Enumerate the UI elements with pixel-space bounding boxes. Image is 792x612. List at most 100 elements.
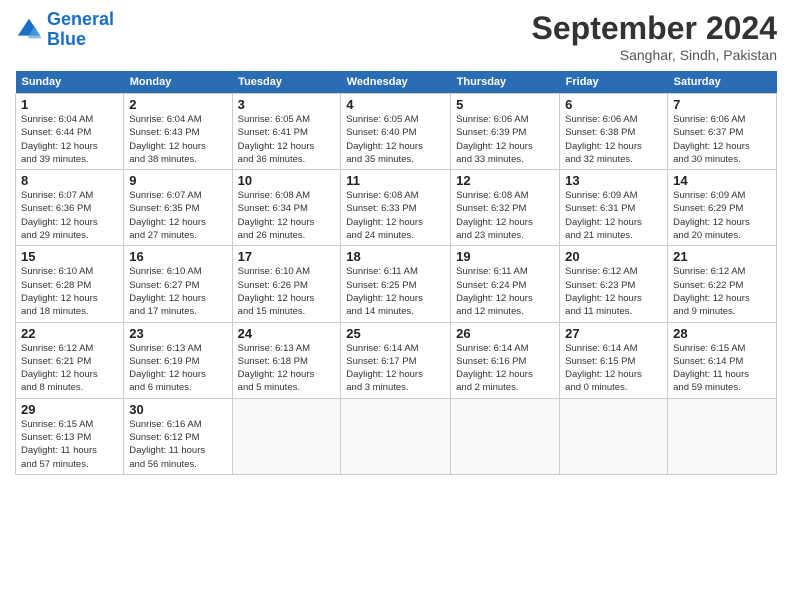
day-cell: 2Sunrise: 6:04 AM Sunset: 6:43 PM Daylig… bbox=[124, 94, 232, 170]
day-cell: 7Sunrise: 6:06 AM Sunset: 6:37 PM Daylig… bbox=[668, 94, 777, 170]
day-info: Sunrise: 6:14 AM Sunset: 6:17 PM Dayligh… bbox=[346, 342, 445, 395]
day-cell: 16Sunrise: 6:10 AM Sunset: 6:27 PM Dayli… bbox=[124, 246, 232, 322]
weekday-header-wednesday: Wednesday bbox=[341, 71, 451, 94]
day-number: 19 bbox=[456, 249, 554, 264]
day-cell: 12Sunrise: 6:08 AM Sunset: 6:32 PM Dayli… bbox=[451, 170, 560, 246]
day-number: 11 bbox=[346, 173, 445, 188]
day-number: 18 bbox=[346, 249, 445, 264]
logo-icon bbox=[15, 16, 43, 44]
day-number: 14 bbox=[673, 173, 771, 188]
month-title: September 2024 bbox=[532, 10, 777, 47]
day-cell: 24Sunrise: 6:13 AM Sunset: 6:18 PM Dayli… bbox=[232, 322, 341, 398]
day-info: Sunrise: 6:13 AM Sunset: 6:18 PM Dayligh… bbox=[238, 342, 336, 395]
day-info: Sunrise: 6:07 AM Sunset: 6:35 PM Dayligh… bbox=[129, 189, 226, 242]
day-cell: 20Sunrise: 6:12 AM Sunset: 6:23 PM Dayli… bbox=[560, 246, 668, 322]
day-info: Sunrise: 6:08 AM Sunset: 6:33 PM Dayligh… bbox=[346, 189, 445, 242]
day-info: Sunrise: 6:11 AM Sunset: 6:24 PM Dayligh… bbox=[456, 265, 554, 318]
header: General Blue September 2024 Sanghar, Sin… bbox=[15, 10, 777, 63]
location-subtitle: Sanghar, Sindh, Pakistan bbox=[532, 47, 777, 63]
day-cell: 29Sunrise: 6:15 AM Sunset: 6:13 PM Dayli… bbox=[16, 398, 124, 474]
day-info: Sunrise: 6:05 AM Sunset: 6:40 PM Dayligh… bbox=[346, 113, 445, 166]
day-info: Sunrise: 6:06 AM Sunset: 6:38 PM Dayligh… bbox=[565, 113, 662, 166]
day-cell: 1Sunrise: 6:04 AM Sunset: 6:44 PM Daylig… bbox=[16, 94, 124, 170]
day-info: Sunrise: 6:14 AM Sunset: 6:15 PM Dayligh… bbox=[565, 342, 662, 395]
day-cell: 5Sunrise: 6:06 AM Sunset: 6:39 PM Daylig… bbox=[451, 94, 560, 170]
day-number: 10 bbox=[238, 173, 336, 188]
day-number: 17 bbox=[238, 249, 336, 264]
day-number: 21 bbox=[673, 249, 771, 264]
day-cell: 13Sunrise: 6:09 AM Sunset: 6:31 PM Dayli… bbox=[560, 170, 668, 246]
day-number: 30 bbox=[129, 402, 226, 417]
week-row-5: 29Sunrise: 6:15 AM Sunset: 6:13 PM Dayli… bbox=[16, 398, 777, 474]
day-cell: 23Sunrise: 6:13 AM Sunset: 6:19 PM Dayli… bbox=[124, 322, 232, 398]
day-info: Sunrise: 6:08 AM Sunset: 6:32 PM Dayligh… bbox=[456, 189, 554, 242]
day-info: Sunrise: 6:04 AM Sunset: 6:44 PM Dayligh… bbox=[21, 113, 118, 166]
day-number: 29 bbox=[21, 402, 118, 417]
day-cell bbox=[451, 398, 560, 474]
week-row-3: 15Sunrise: 6:10 AM Sunset: 6:28 PM Dayli… bbox=[16, 246, 777, 322]
day-cell: 8Sunrise: 6:07 AM Sunset: 6:36 PM Daylig… bbox=[16, 170, 124, 246]
day-info: Sunrise: 6:09 AM Sunset: 6:29 PM Dayligh… bbox=[673, 189, 771, 242]
day-info: Sunrise: 6:10 AM Sunset: 6:27 PM Dayligh… bbox=[129, 265, 226, 318]
day-number: 28 bbox=[673, 326, 771, 341]
day-number: 23 bbox=[129, 326, 226, 341]
day-number: 2 bbox=[129, 97, 226, 112]
day-info: Sunrise: 6:15 AM Sunset: 6:13 PM Dayligh… bbox=[21, 418, 118, 471]
day-number: 20 bbox=[565, 249, 662, 264]
day-cell: 9Sunrise: 6:07 AM Sunset: 6:35 PM Daylig… bbox=[124, 170, 232, 246]
calendar-table: SundayMondayTuesdayWednesdayThursdayFrid… bbox=[15, 71, 777, 475]
day-number: 13 bbox=[565, 173, 662, 188]
logo-text: General Blue bbox=[47, 10, 114, 50]
day-number: 25 bbox=[346, 326, 445, 341]
day-info: Sunrise: 6:16 AM Sunset: 6:12 PM Dayligh… bbox=[129, 418, 226, 471]
weekday-header-tuesday: Tuesday bbox=[232, 71, 341, 94]
day-cell: 14Sunrise: 6:09 AM Sunset: 6:29 PM Dayli… bbox=[668, 170, 777, 246]
day-info: Sunrise: 6:06 AM Sunset: 6:37 PM Dayligh… bbox=[673, 113, 771, 166]
day-info: Sunrise: 6:08 AM Sunset: 6:34 PM Dayligh… bbox=[238, 189, 336, 242]
page: General Blue September 2024 Sanghar, Sin… bbox=[0, 0, 792, 485]
week-row-2: 8Sunrise: 6:07 AM Sunset: 6:36 PM Daylig… bbox=[16, 170, 777, 246]
day-info: Sunrise: 6:10 AM Sunset: 6:28 PM Dayligh… bbox=[21, 265, 118, 318]
day-number: 15 bbox=[21, 249, 118, 264]
day-number: 24 bbox=[238, 326, 336, 341]
day-cell: 25Sunrise: 6:14 AM Sunset: 6:17 PM Dayli… bbox=[341, 322, 451, 398]
weekday-header-row: SundayMondayTuesdayWednesdayThursdayFrid… bbox=[16, 71, 777, 94]
day-info: Sunrise: 6:05 AM Sunset: 6:41 PM Dayligh… bbox=[238, 113, 336, 166]
day-cell: 19Sunrise: 6:11 AM Sunset: 6:24 PM Dayli… bbox=[451, 246, 560, 322]
day-cell: 30Sunrise: 6:16 AM Sunset: 6:12 PM Dayli… bbox=[124, 398, 232, 474]
day-cell: 26Sunrise: 6:14 AM Sunset: 6:16 PM Dayli… bbox=[451, 322, 560, 398]
weekday-header-saturday: Saturday bbox=[668, 71, 777, 94]
day-info: Sunrise: 6:15 AM Sunset: 6:14 PM Dayligh… bbox=[673, 342, 771, 395]
day-info: Sunrise: 6:10 AM Sunset: 6:26 PM Dayligh… bbox=[238, 265, 336, 318]
logo: General Blue bbox=[15, 10, 114, 50]
day-number: 26 bbox=[456, 326, 554, 341]
day-info: Sunrise: 6:14 AM Sunset: 6:16 PM Dayligh… bbox=[456, 342, 554, 395]
day-info: Sunrise: 6:04 AM Sunset: 6:43 PM Dayligh… bbox=[129, 113, 226, 166]
logo-line2: Blue bbox=[47, 29, 86, 49]
day-cell: 27Sunrise: 6:14 AM Sunset: 6:15 PM Dayli… bbox=[560, 322, 668, 398]
week-row-1: 1Sunrise: 6:04 AM Sunset: 6:44 PM Daylig… bbox=[16, 94, 777, 170]
day-cell: 6Sunrise: 6:06 AM Sunset: 6:38 PM Daylig… bbox=[560, 94, 668, 170]
day-info: Sunrise: 6:07 AM Sunset: 6:36 PM Dayligh… bbox=[21, 189, 118, 242]
weekday-header-sunday: Sunday bbox=[16, 71, 124, 94]
day-cell: 17Sunrise: 6:10 AM Sunset: 6:26 PM Dayli… bbox=[232, 246, 341, 322]
day-info: Sunrise: 6:13 AM Sunset: 6:19 PM Dayligh… bbox=[129, 342, 226, 395]
weekday-header-monday: Monday bbox=[124, 71, 232, 94]
day-info: Sunrise: 6:12 AM Sunset: 6:21 PM Dayligh… bbox=[21, 342, 118, 395]
day-cell: 11Sunrise: 6:08 AM Sunset: 6:33 PM Dayli… bbox=[341, 170, 451, 246]
day-number: 9 bbox=[129, 173, 226, 188]
day-number: 6 bbox=[565, 97, 662, 112]
day-number: 16 bbox=[129, 249, 226, 264]
day-cell: 28Sunrise: 6:15 AM Sunset: 6:14 PM Dayli… bbox=[668, 322, 777, 398]
day-number: 3 bbox=[238, 97, 336, 112]
day-number: 7 bbox=[673, 97, 771, 112]
day-cell: 3Sunrise: 6:05 AM Sunset: 6:41 PM Daylig… bbox=[232, 94, 341, 170]
day-cell: 22Sunrise: 6:12 AM Sunset: 6:21 PM Dayli… bbox=[16, 322, 124, 398]
day-cell: 18Sunrise: 6:11 AM Sunset: 6:25 PM Dayli… bbox=[341, 246, 451, 322]
day-cell: 21Sunrise: 6:12 AM Sunset: 6:22 PM Dayli… bbox=[668, 246, 777, 322]
day-info: Sunrise: 6:12 AM Sunset: 6:22 PM Dayligh… bbox=[673, 265, 771, 318]
day-cell: 15Sunrise: 6:10 AM Sunset: 6:28 PM Dayli… bbox=[16, 246, 124, 322]
day-number: 12 bbox=[456, 173, 554, 188]
day-cell bbox=[560, 398, 668, 474]
day-cell: 4Sunrise: 6:05 AM Sunset: 6:40 PM Daylig… bbox=[341, 94, 451, 170]
